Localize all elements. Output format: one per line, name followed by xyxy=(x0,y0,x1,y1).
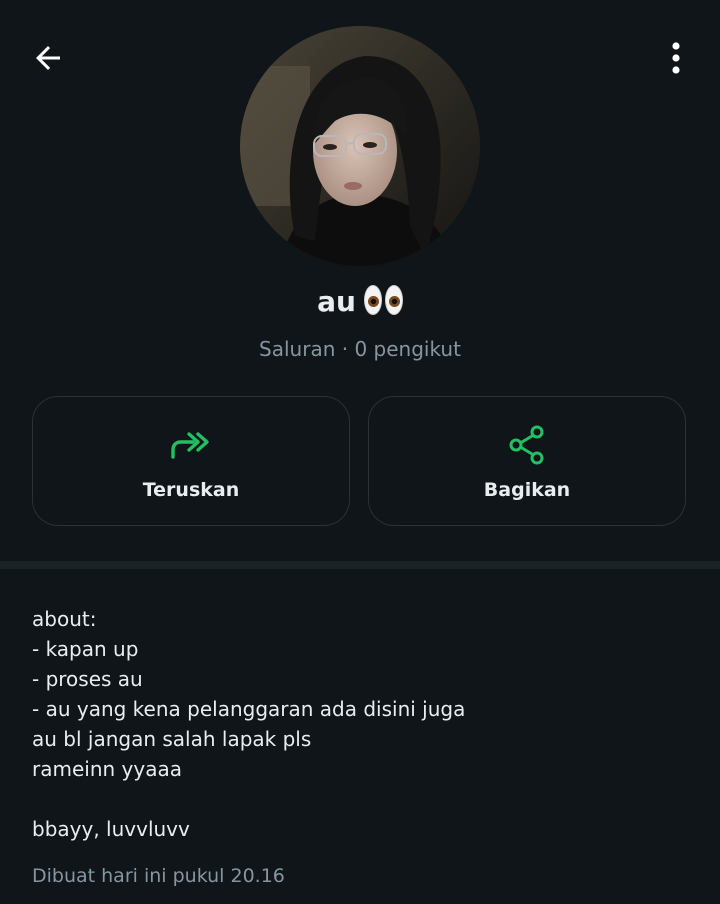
eyes-emoji-icon xyxy=(363,285,403,315)
created-timestamp: Dibuat hari ini pukul 20.16 xyxy=(32,865,285,887)
section-divider xyxy=(0,561,720,569)
arrow-left-icon xyxy=(36,46,60,70)
forward-icon xyxy=(169,423,213,467)
share-button[interactable]: Bagikan xyxy=(368,396,686,526)
share-label: Bagikan xyxy=(483,479,571,501)
avatar-photo xyxy=(240,26,480,266)
more-options-button[interactable] xyxy=(652,32,700,84)
channel-name-text: au xyxy=(317,285,356,318)
channel-meta: Saluran · 0 pengikut xyxy=(259,337,461,361)
back-button[interactable] xyxy=(24,32,72,84)
forward-button[interactable]: Teruskan xyxy=(32,396,350,526)
more-vertical-icon xyxy=(672,42,680,74)
forward-label: Teruskan xyxy=(142,479,240,501)
channel-info-screen: au Saluran · 0 pengikut Teruskan Bagikan… xyxy=(0,0,720,904)
channel-avatar[interactable] xyxy=(240,26,480,266)
channel-description: about: - kapan up - proses au - au yang … xyxy=(32,607,466,841)
share-icon xyxy=(505,423,549,467)
channel-name: au xyxy=(0,280,720,324)
